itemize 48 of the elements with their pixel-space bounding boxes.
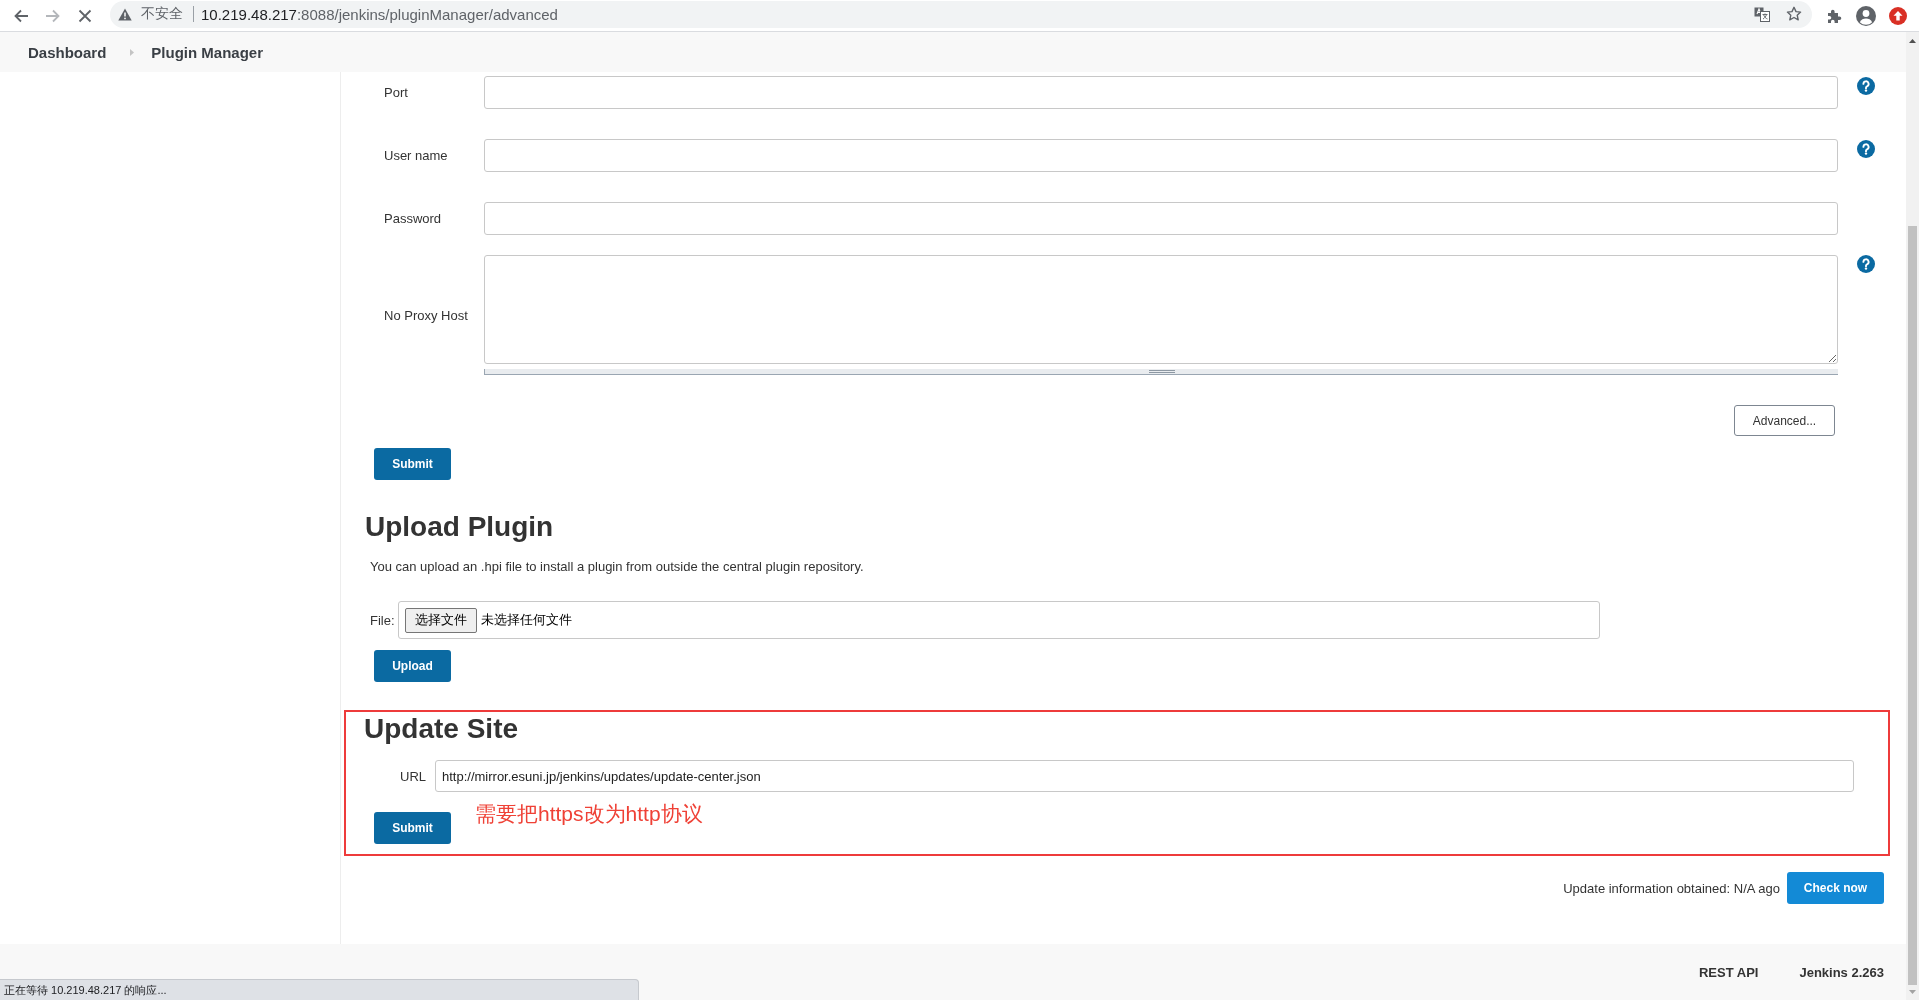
file-status-text: 未选择任何文件: [481, 611, 572, 629]
field-label: No Proxy Host: [384, 307, 468, 323]
translate-icon[interactable]: [1754, 6, 1770, 22]
update-icon[interactable]: [1889, 6, 1907, 25]
help-icon[interactable]: [1857, 255, 1875, 273]
section-heading: Upload Plugin: [365, 510, 554, 544]
section-heading: Update Site: [364, 712, 519, 746]
field-label: URL: [400, 768, 427, 784]
url-input[interactable]: http://mirror.esuni.jp/jenkins/updates/update-center.json: [435, 760, 1854, 792]
description-text: You can upload an .hpi file to install a plugin from outside the central plugin repository.: [370, 558, 864, 576]
textarea-field[interactable]: [484, 255, 1838, 364]
field-label: Port: [384, 85, 408, 100]
chevron-icon: [130, 48, 135, 56]
check-now-button[interactable]: Check now: [1787, 872, 1884, 904]
advanced-button[interactable]: Advanced...: [1734, 405, 1835, 436]
star-icon[interactable]: [1786, 6, 1802, 22]
upload-button[interactable]: Upload: [374, 650, 451, 682]
scrollbar[interactable]: [1906, 32, 1919, 1000]
update-info-text: Update information obtained: N/A ago: [1563, 880, 1780, 896]
footer-link[interactable]: Jenkins 2.263: [1799, 964, 1884, 980]
text-input[interactable]: [484, 76, 1838, 109]
back-icon[interactable]: [13, 7, 29, 24]
text-input[interactable]: [484, 139, 1838, 172]
annotation-text: 需要把https改为http协议: [475, 801, 703, 827]
file-upload-field[interactable]: 选择文件 未选择任何文件: [398, 601, 1600, 639]
breadcrumb-link[interactable]: Plugin Manager: [151, 43, 264, 61]
scroll-up-icon[interactable]: [1909, 39, 1916, 43]
address-bar[interactable]: 不安全 10.219.48.217:8088/jenkins/pluginManager/advanced: [110, 0, 1812, 28]
field-label: Password: [384, 211, 442, 226]
warning-icon: [118, 7, 132, 21]
help-icon[interactable]: [1857, 77, 1875, 95]
file-label: File:: [370, 612, 396, 628]
field-label: User name: [384, 148, 448, 163]
footer-link[interactable]: REST API: [1698, 964, 1759, 980]
help-icon[interactable]: [1857, 140, 1875, 158]
breadcrumb-link[interactable]: Dashboard: [28, 43, 107, 61]
submit-button[interactable]: Submit: [374, 812, 451, 844]
text-input[interactable]: [484, 202, 1838, 235]
choose-file-button[interactable]: 选择文件: [405, 607, 477, 633]
resize-handle[interactable]: [484, 369, 1838, 375]
address-url[interactable]: 10.219.48.217:8088/jenkins/pluginManager/advanced: [201, 5, 558, 23]
puzzle-icon[interactable]: [1826, 7, 1842, 24]
profile-icon[interactable]: [1856, 5, 1876, 26]
scrollbar-thumb[interactable]: [1908, 226, 1917, 985]
status-bubble: 正在等待 10.219.48.217 的响应...: [0, 979, 639, 1000]
submit-button[interactable]: Submit: [374, 448, 451, 480]
security-label[interactable]: 不安全: [141, 5, 183, 23]
stop-icon[interactable]: [77, 7, 93, 24]
